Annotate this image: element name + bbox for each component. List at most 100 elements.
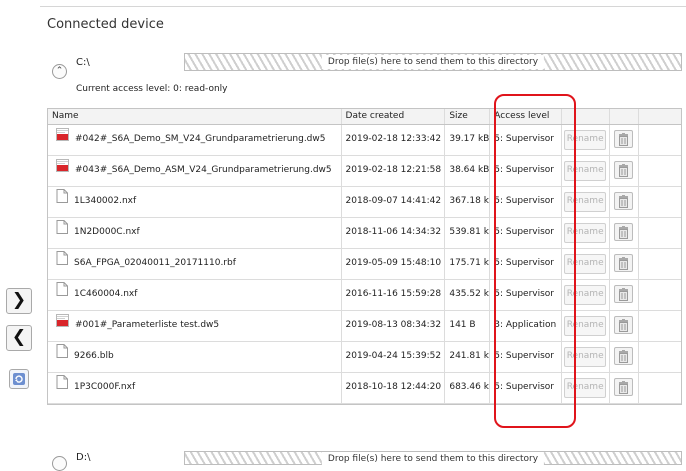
col-name-header[interactable]: Name <box>48 109 342 124</box>
refresh-icon <box>13 373 25 385</box>
drive-d-label: D:\ <box>76 452 91 463</box>
drop-zone-d[interactable]: Drop file(s) here to send them to this d… <box>184 451 682 466</box>
col-end-header <box>639 109 681 124</box>
table-row[interactable]: 1C460004.nxf 2016-11-16 15:59:28435.52 kB… <box>48 280 681 311</box>
table-row[interactable]: 9266.blb 2019-04-24 15:39:52241.81 kB5: S… <box>48 342 681 373</box>
file-name-cell[interactable]: 1L340002.nxf <box>48 187 342 217</box>
delete-button[interactable] <box>614 130 634 148</box>
rename-button[interactable]: Rename <box>564 192 607 212</box>
file-name-cell[interactable]: S6A_FPGA_02040011_20171110.rbf <box>48 249 342 279</box>
date-cell: 2016-11-16 15:59:28 <box>342 280 446 310</box>
delete-cell <box>610 342 640 372</box>
table-row[interactable]: 1P3C000F.nxf 2018-10-18 12:44:20683.46 kB… <box>48 373 681 404</box>
collapse-d-button[interactable] <box>52 456 67 471</box>
access-level-cell: 5: Supervisor <box>490 373 563 403</box>
rename-button[interactable]: Rename <box>564 130 607 150</box>
col-date-header[interactable]: Date created <box>342 109 446 124</box>
file-name-cell[interactable]: 1P3C000F.nxf <box>48 373 342 403</box>
size-cell: 175.71 kB <box>445 249 491 279</box>
rename-cell: Rename <box>562 187 611 217</box>
keb-file-icon <box>56 311 69 340</box>
size-cell: 141 B <box>445 311 491 341</box>
rename-button[interactable]: Rename <box>564 285 607 305</box>
size-cell: 367.18 kB <box>445 187 491 217</box>
access-level-cell: 5: Supervisor <box>490 280 563 310</box>
file-name: #001#_Parameterliste test.dw5 <box>75 320 220 330</box>
file-name: 9266.blb <box>74 351 114 361</box>
delete-button[interactable] <box>614 223 634 241</box>
rename-cell: Rename <box>562 218 611 248</box>
delete-cell <box>610 156 640 186</box>
table-row[interactable]: 1L340002.nxf 2018-09-07 14:41:42367.18 kB… <box>48 187 681 218</box>
drop-zone-c[interactable]: Drop file(s) here to send them to this d… <box>184 53 682 71</box>
access-level-cell: 5: Supervisor <box>490 187 563 217</box>
file-name-cell[interactable]: 1N2D000C.nxf <box>48 218 342 248</box>
section-title: Connected device <box>47 17 164 32</box>
size-cell: 539.81 kB <box>445 218 491 248</box>
rename-button[interactable]: Rename <box>564 316 607 336</box>
rename-cell: Rename <box>562 125 611 155</box>
delete-button[interactable] <box>614 316 634 334</box>
file-name-cell[interactable]: #042#_S6A_Demo_SM_V24_Grundparametrierun… <box>48 125 342 155</box>
file-name-cell[interactable]: 1C460004.nxf <box>48 280 342 310</box>
date-cell: 2019-02-18 12:33:42 <box>342 125 446 155</box>
rename-button[interactable]: Rename <box>564 254 607 274</box>
delete-button[interactable] <box>614 254 634 272</box>
access-level-cell: 3: Application <box>490 311 563 341</box>
file-name-cell[interactable]: 9266.blb <box>48 342 342 372</box>
rename-button[interactable]: Rename <box>564 161 607 181</box>
table-body: #042#_S6A_Demo_SM_V24_Grundparametrierun… <box>48 125 681 404</box>
collapse-c-button[interactable]: ⌃ <box>52 64 67 79</box>
chevron-left-icon: ❮ <box>11 327 27 347</box>
top-divider <box>40 6 686 7</box>
send-to-pc-button[interactable]: ❮ <box>6 325 32 351</box>
file-table: Name Date created Size Access level #042… <box>47 108 682 405</box>
rename-button[interactable]: Rename <box>564 223 607 243</box>
rename-button[interactable]: Rename <box>564 378 607 398</box>
send-to-device-button[interactable]: ❯ <box>6 288 32 314</box>
file-name-cell[interactable]: #001#_Parameterliste test.dw5 <box>48 311 342 341</box>
access-level-cell: 5: Supervisor <box>490 156 563 186</box>
delete-cell <box>610 311 640 341</box>
table-row[interactable]: 1N2D000C.nxf 2018-11-06 14:34:32539.81 kB… <box>48 218 681 249</box>
empty-cell <box>639 342 681 372</box>
file-name: #042#_S6A_Demo_SM_V24_Grundparametrierun… <box>75 134 326 144</box>
delete-button[interactable] <box>614 192 634 210</box>
delete-button[interactable] <box>614 285 634 303</box>
delete-cell <box>610 187 640 217</box>
col-rename-header <box>562 109 611 124</box>
file-icon <box>56 218 68 247</box>
file-icon <box>56 342 68 371</box>
empty-cell <box>639 187 681 217</box>
size-cell: 241.81 kB <box>445 342 491 372</box>
access-level-cell: 5: Supervisor <box>490 218 563 248</box>
access-level-cell: 5: Supervisor <box>490 342 563 372</box>
table-row[interactable]: #001#_Parameterliste test.dw5 2019-08-13 … <box>48 311 681 342</box>
delete-button[interactable] <box>614 161 634 179</box>
delete-button[interactable] <box>614 378 634 396</box>
table-row[interactable]: S6A_FPGA_02040011_20171110.rbf 2019-05-09… <box>48 249 681 280</box>
table-row[interactable]: #043#_S6A_Demo_ASM_V24_Grundparametrieru… <box>48 156 681 187</box>
col-size-header[interactable]: Size <box>445 109 491 124</box>
rename-cell: Rename <box>562 311 611 341</box>
empty-cell <box>639 311 681 341</box>
file-icon <box>56 187 68 216</box>
delete-button[interactable] <box>614 347 634 365</box>
drop-zone-c-text: Drop file(s) here to send them to this d… <box>321 55 545 69</box>
rename-button[interactable]: Rename <box>564 347 607 367</box>
size-cell: 435.52 kB <box>445 280 491 310</box>
rename-cell: Rename <box>562 280 611 310</box>
col-delete-header <box>610 109 640 124</box>
table-header: Name Date created Size Access level <box>48 109 681 125</box>
size-cell: 39.17 kB <box>445 125 491 155</box>
file-name-cell[interactable]: #043#_S6A_Demo_ASM_V24_Grundparametrieru… <box>48 156 342 186</box>
file-name: S6A_FPGA_02040011_20171110.rbf <box>74 258 236 268</box>
chevron-right-icon: ❯ <box>11 290 27 310</box>
col-access-header[interactable]: Access level <box>490 109 563 124</box>
refresh-button[interactable] <box>9 369 29 389</box>
file-name: 1C460004.nxf <box>74 289 138 299</box>
empty-cell <box>639 249 681 279</box>
rename-cell: Rename <box>562 373 611 403</box>
table-row[interactable]: #042#_S6A_Demo_SM_V24_Grundparametrierun… <box>48 125 681 156</box>
file-name: #043#_S6A_Demo_ASM_V24_Grundparametrieru… <box>75 165 332 175</box>
